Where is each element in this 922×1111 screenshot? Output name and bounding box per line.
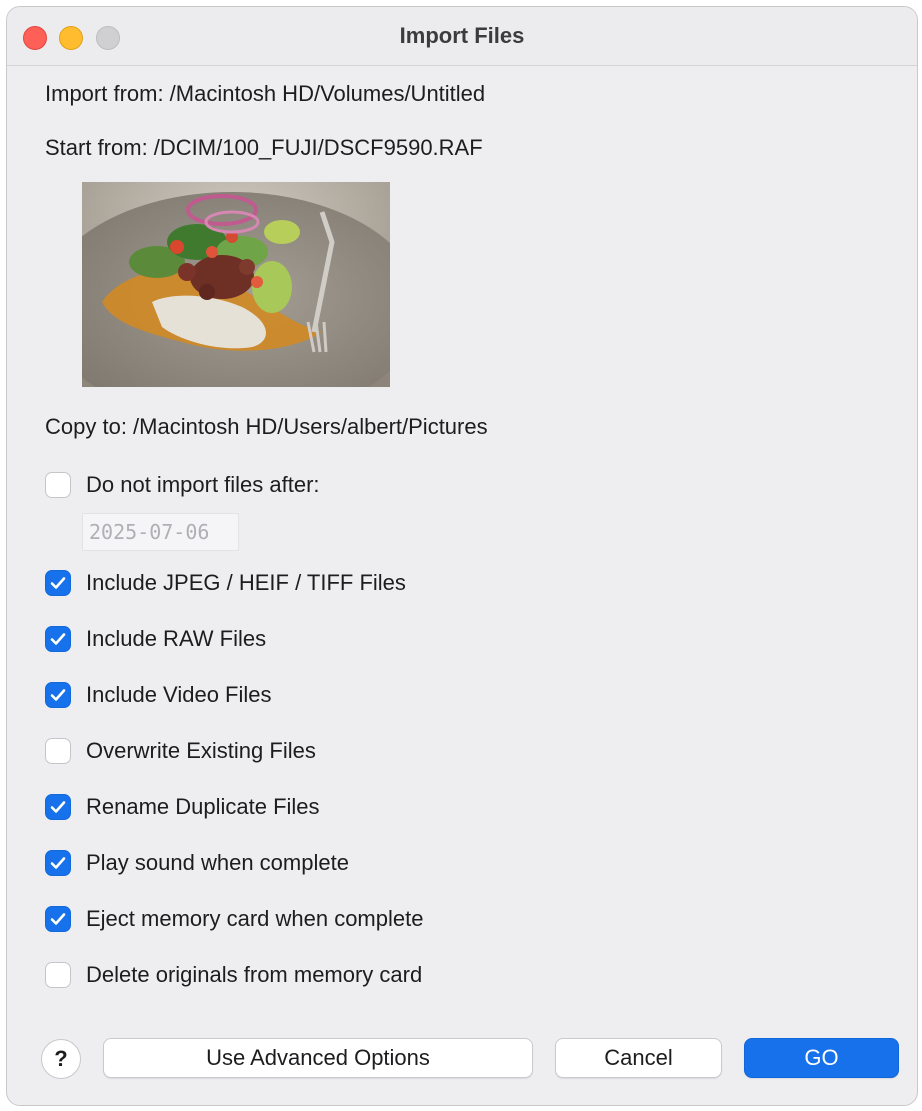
photo-preview-thumbnail	[82, 182, 390, 387]
option-include-jpeg-heif-tiff[interactable]: Include JPEG / HEIF / TIFF Files	[45, 568, 406, 598]
option-delete-originals[interactable]: Delete originals from memory card	[45, 960, 422, 990]
checkmark-icon	[50, 857, 66, 869]
checkmark-icon	[50, 801, 66, 813]
checkbox-checked[interactable]	[45, 794, 71, 820]
window-title: Import Files	[399, 23, 525, 48]
import-from-path: Import from: /Macintosh HD/Volumes/Untit…	[45, 81, 486, 106]
checkbox-label: Overwrite Existing Files	[86, 738, 316, 763]
checkbox-label: Delete originals from memory card	[86, 962, 423, 987]
checkbox-checked[interactable]	[45, 906, 71, 932]
option-eject-card[interactable]: Eject memory card when complete	[45, 904, 423, 934]
go-button[interactable]: GO	[744, 1038, 899, 1078]
checkbox-label: Include Video Files	[86, 682, 272, 707]
option-overwrite-existing[interactable]: Overwrite Existing Files	[45, 736, 316, 766]
checkbox-checked[interactable]	[45, 850, 71, 876]
help-button[interactable]: ?	[41, 1039, 81, 1079]
use-advanced-options-button[interactable]: Use Advanced Options	[103, 1038, 533, 1078]
option-rename-duplicates[interactable]: Rename Duplicate Files	[45, 792, 320, 822]
copy-to-path: Copy to: /Macintosh HD/Users/albert/Pict…	[45, 414, 488, 439]
option-include-video[interactable]: Include Video Files	[45, 680, 272, 710]
title-bar: Import Files	[7, 7, 917, 66]
checkbox-label: Eject memory card when complete	[86, 906, 424, 931]
checkbox-unchecked[interactable]	[45, 472, 71, 498]
checkbox-label: Play sound when complete	[86, 850, 349, 875]
start-from-path: Start from: /DCIM/100_FUJI/DSCF9590.RAF	[45, 135, 483, 160]
checkbox-label: Include JPEG / HEIF / TIFF Files	[86, 570, 406, 595]
checkbox-checked[interactable]	[45, 570, 71, 596]
option-play-sound[interactable]: Play sound when complete	[45, 848, 349, 878]
checkmark-icon	[50, 577, 66, 589]
checkbox-label: Rename Duplicate Files	[86, 794, 320, 819]
cutoff-date-field[interactable]: 2025-07-06	[82, 513, 239, 551]
checkbox-unchecked[interactable]	[45, 962, 71, 988]
photo-thumbnail-icon	[82, 182, 390, 387]
checkmark-icon	[50, 633, 66, 645]
checkbox-unchecked[interactable]	[45, 738, 71, 764]
cancel-button[interactable]: Cancel	[555, 1038, 722, 1078]
checkmark-icon	[50, 689, 66, 701]
checkbox-label: Do not import files after:	[86, 472, 320, 497]
checkbox-label: Include RAW Files	[86, 626, 267, 651]
checkmark-icon	[50, 913, 66, 925]
checkbox-checked[interactable]	[45, 682, 71, 708]
option-date-filter[interactable]: Do not import files after:	[45, 470, 320, 500]
checkbox-checked[interactable]	[45, 626, 71, 652]
import-files-dialog: Import Files Import from: /Macintosh HD/…	[6, 6, 918, 1106]
option-include-raw[interactable]: Include RAW Files	[45, 624, 266, 654]
